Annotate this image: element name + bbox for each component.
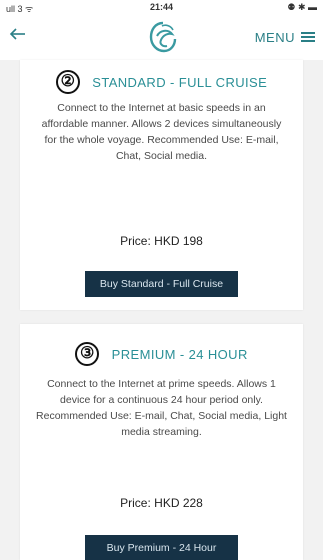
plan-description: Connect to the Internet at prime speeds.… xyxy=(36,378,287,438)
buy-standard-button[interactable]: Buy Standard - Full Cruise xyxy=(85,271,238,297)
plan-price: Price: HKD 198 xyxy=(120,234,203,248)
arrow-left-icon xyxy=(9,28,25,40)
plan-card-premium: ③ PREMIUM - 24 HOUR Connect to the Inter… xyxy=(20,324,303,560)
battery-bluetooth-indicator: ⚉ ✱ ▬ xyxy=(287,2,317,12)
hamburger-icon xyxy=(301,30,315,44)
menu-button[interactable]: MENU xyxy=(255,27,315,47)
plan-title: STANDARD - FULL CRUISE xyxy=(92,74,268,90)
menu-label: MENU xyxy=(254,29,295,45)
status-time: 21:44 xyxy=(149,2,174,12)
page: ull 3 ᯤ 21:44 ⚉ ✱ ▬ MENU ② STANDARD - FU… xyxy=(0,0,323,560)
plan-card-header: ② STANDARD - FULL CRUISE xyxy=(20,70,303,94)
cruise-logo-icon[interactable] xyxy=(148,20,178,54)
nav-bar: MENU xyxy=(0,14,323,60)
status-bar: ull 3 ᯤ 21:44 ⚉ ✱ ▬ xyxy=(0,0,323,14)
back-arrow-icon[interactable] xyxy=(6,24,30,48)
plan-card-standard: ② STANDARD - FULL CRUISE Connect to the … xyxy=(20,60,303,310)
plan-card-header: ③ PREMIUM - 24 HOUR xyxy=(20,342,303,366)
plan-number-badge: ③ xyxy=(75,342,100,366)
buy-premium-button[interactable]: Buy Premium - 24 Hour xyxy=(85,535,238,560)
plan-price: Price: HKD 228 xyxy=(120,496,203,510)
plan-title: PREMIUM - 24 HOUR xyxy=(111,346,248,362)
plan-description: Connect to the Internet at basic speeds … xyxy=(41,102,282,162)
plan-number-badge: ② xyxy=(55,70,80,94)
